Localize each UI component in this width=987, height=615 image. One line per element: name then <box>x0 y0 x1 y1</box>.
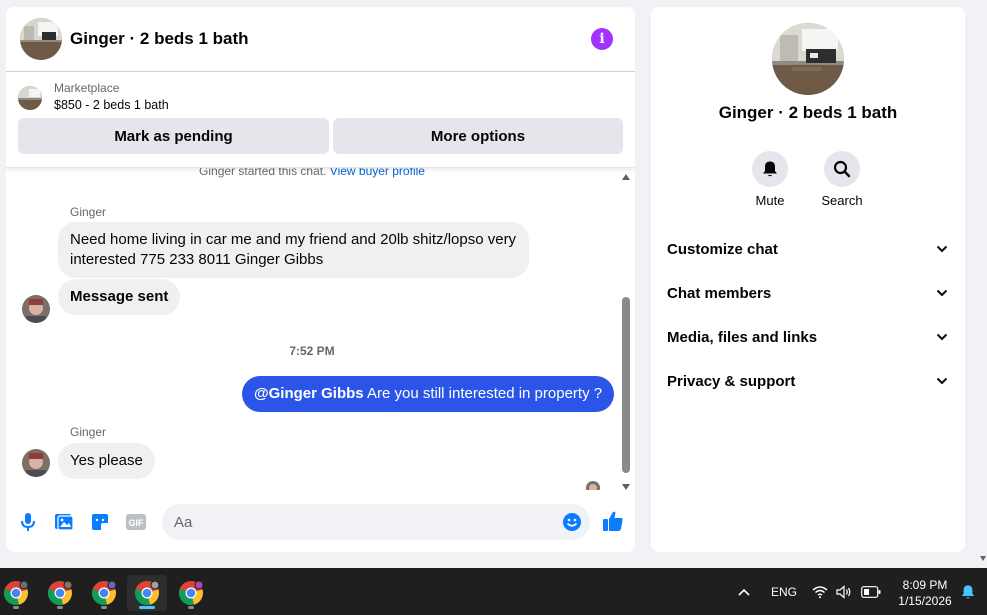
info-button[interactable]: i <box>591 28 613 50</box>
sender-name: Ginger <box>70 425 107 439</box>
chat-header: Ginger · 2 beds 1 bath i <box>6 7 635 72</box>
chevron-down-icon <box>936 377 948 385</box>
emoji-icon[interactable] <box>562 512 582 532</box>
mention[interactable]: @Ginger Gibbs <box>254 385 364 402</box>
info-avatar[interactable] <box>772 23 844 95</box>
taskbar: ENG 8:09 PM 1/15/2026 <box>0 568 987 615</box>
taskbar-chrome-2[interactable] <box>40 575 80 611</box>
view-buyer-profile-link[interactable]: View buyer profile <box>330 168 425 178</box>
volume-icon[interactable] <box>836 568 852 615</box>
taskbar-chrome-5[interactable] <box>171 575 211 611</box>
chrome-icon <box>3 580 29 606</box>
message-scrollbar[interactable] <box>620 170 632 490</box>
chevron-down-icon <box>936 289 948 297</box>
clock-date: 1/15/2026 <box>898 594 952 608</box>
chat-title[interactable]: Ginger · 2 beds 1 bath <box>70 29 591 49</box>
message-bubble-incoming[interactable]: Message sent <box>58 279 181 315</box>
sender-avatar[interactable] <box>22 295 50 323</box>
svg-text:GIF: GIF <box>129 518 145 528</box>
gif-icon[interactable]: GIF <box>126 512 146 532</box>
section-customize-chat[interactable]: Customize chat <box>667 237 949 261</box>
scroll-thumb[interactable] <box>622 297 630 473</box>
microphone-icon[interactable] <box>18 512 38 532</box>
seen-indicator-avatar <box>586 481 600 490</box>
chrome-icon <box>47 580 73 606</box>
listing-thumbnail[interactable] <box>18 85 42 110</box>
message-bubble-incoming[interactable]: Yes please <box>58 443 155 479</box>
taskbar-chrome-4-active[interactable] <box>127 575 167 611</box>
taskbar-chrome-1[interactable] <box>0 575 36 611</box>
listing-price-title[interactable]: $850 - 2 beds 1 bath <box>54 98 169 112</box>
section-chat-members[interactable]: Chat members <box>667 281 949 305</box>
page-scroll-down-icon[interactable] <box>980 556 986 561</box>
section-media-files-links[interactable]: Media, files and links <box>667 325 949 349</box>
section-privacy-support[interactable]: Privacy & support <box>667 369 949 393</box>
taskbar-clock[interactable]: 8:09 PM 1/15/2026 <box>890 577 960 609</box>
chat-panel: Ginger · 2 beds 1 bath i Marketplace $85… <box>6 7 635 552</box>
listing-card: Marketplace $850 - 2 beds 1 bath Mark as… <box>6 72 635 168</box>
tray-overflow-button[interactable] <box>737 568 751 615</box>
chevron-down-icon <box>936 245 948 253</box>
message-timestamp: 7:52 PM <box>289 344 335 358</box>
search-button[interactable] <box>824 151 860 187</box>
search-label: Search <box>821 193 863 208</box>
message-bubble-incoming[interactable]: Need home living in car me and my friend… <box>58 222 529 278</box>
chrome-icon <box>91 580 117 606</box>
sender-avatar[interactable] <box>22 449 50 477</box>
chrome-icon <box>134 580 160 606</box>
chat-started-notice: Ginger started this chat. View buyer pro… <box>6 168 618 178</box>
search-icon <box>833 160 851 178</box>
mark-pending-button[interactable]: Mark as pending <box>18 118 329 154</box>
bell-icon <box>763 161 777 177</box>
thumbs-up-icon[interactable] <box>602 510 624 532</box>
clock-time: 8:09 PM <box>902 578 948 592</box>
scroll-down-arrow-icon[interactable] <box>622 484 630 490</box>
wifi-icon[interactable] <box>812 568 828 615</box>
photo-icon[interactable] <box>54 512 74 532</box>
composer: GIF Aa <box>6 494 635 550</box>
language-indicator[interactable]: ENG <box>771 568 797 615</box>
chrome-icon <box>178 580 204 606</box>
chevron-up-icon <box>738 588 750 596</box>
taskbar-chrome-3[interactable] <box>84 575 124 611</box>
sender-name: Ginger <box>70 205 107 219</box>
mute-button[interactable] <box>752 151 788 187</box>
message-input-placeholder: Aa <box>174 513 193 531</box>
message-input[interactable]: Aa <box>162 504 590 540</box>
notification-bell-icon[interactable] <box>960 568 976 615</box>
listing-category: Marketplace <box>54 81 120 95</box>
message-bubble-outgoing[interactable]: @Ginger Gibbs Are you still interested i… <box>242 376 615 412</box>
conversation-info-panel: Ginger · 2 beds 1 bath Mute Search Custo… <box>651 7 965 552</box>
info-icon: i <box>599 31 605 47</box>
chevron-down-icon <box>936 333 948 341</box>
sticker-icon[interactable] <box>90 512 110 532</box>
mute-label: Mute <box>755 193 785 208</box>
chat-avatar[interactable] <box>20 18 62 60</box>
info-name: Ginger · 2 beds 1 bath <box>718 103 898 122</box>
battery-icon[interactable] <box>861 568 881 615</box>
more-options-button[interactable]: More options <box>333 118 623 154</box>
message-list: Ginger started this chat. View buyer pro… <box>6 168 635 490</box>
scroll-up-arrow-icon[interactable] <box>622 174 630 180</box>
